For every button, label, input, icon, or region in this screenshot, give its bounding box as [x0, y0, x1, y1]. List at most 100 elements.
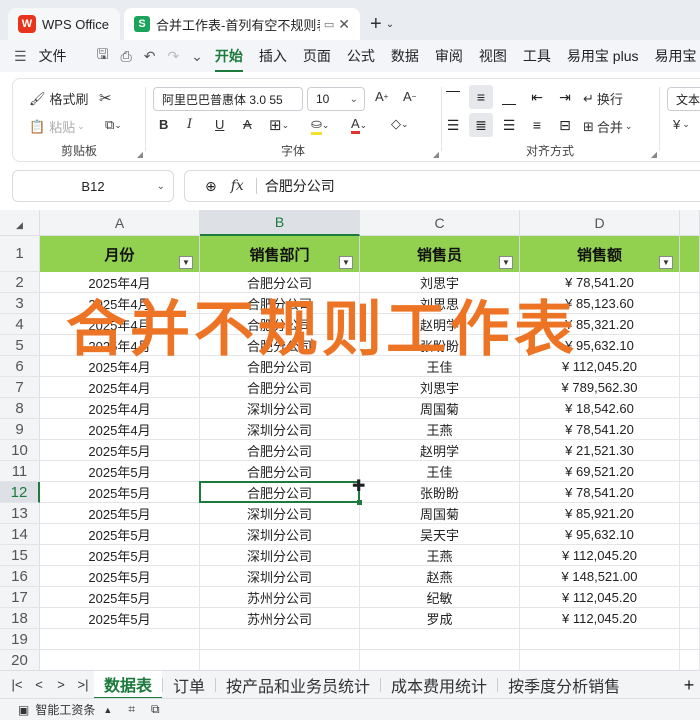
table-header-cell[interactable]: 月份 ▼ — [40, 236, 200, 272]
row-header[interactable]: 9 — [0, 419, 40, 440]
table-cell[interactable]: 纪敏 — [360, 587, 520, 608]
menu-formula[interactable]: 公式 — [347, 46, 375, 66]
table-cell[interactable]: 2025年5月 — [40, 503, 200, 524]
fill-color-icon[interactable]: ⛀ ⌄ — [311, 116, 329, 135]
table-cell[interactable]: 合肥分公司 — [200, 461, 360, 482]
table-cell[interactable]: 吴天宇 — [360, 524, 520, 545]
table-cell[interactable]: 2025年4月 — [40, 377, 200, 398]
row-header[interactable]: 15 — [0, 545, 40, 566]
filter-dropdown-icon[interactable]: ▼ — [659, 256, 673, 269]
table-cell[interactable] — [680, 545, 700, 566]
empty-cell[interactable] — [40, 650, 200, 671]
table-cell[interactable] — [680, 293, 700, 314]
clipboard-launcher-icon[interactable]: ◢ — [137, 150, 143, 159]
row-header[interactable]: 6 — [0, 356, 40, 377]
table-cell[interactable] — [680, 482, 700, 503]
empty-cell[interactable] — [40, 629, 200, 650]
table-cell[interactable]: ¥ 112,045.20 — [520, 545, 680, 566]
menu-home[interactable]: 开始 — [214, 46, 243, 72]
table-cell[interactable]: ¥ 148,521.00 — [520, 566, 680, 587]
print-preview-icon[interactable]: ⎙ — [121, 48, 132, 65]
currency-format-button[interactable]: ¥ ⌄ — [673, 117, 690, 132]
font-size-select[interactable]: 10 ⌄ — [307, 87, 365, 111]
number-format-select[interactable]: 文本 — [667, 87, 700, 111]
quick-access-dropdown-icon[interactable]: ⌄ — [191, 48, 203, 65]
table-cell[interactable] — [680, 440, 700, 461]
menu-view[interactable]: 视图 — [479, 46, 507, 66]
empty-cell[interactable] — [200, 629, 360, 650]
decrease-indent-icon[interactable]: ⇤ — [525, 85, 549, 109]
table-cell[interactable]: 2025年5月 — [40, 461, 200, 482]
table-cell[interactable]: 周国菊 — [360, 398, 520, 419]
row-header[interactable]: 3 — [0, 293, 40, 314]
cut-icon[interactable]: ✂ — [99, 89, 112, 107]
add-sheet-icon[interactable]: + — [678, 671, 700, 698]
row-header[interactable]: 11 — [0, 461, 40, 482]
table-cell[interactable]: ¥ 21,521.30 — [520, 440, 680, 461]
function-icon[interactable]: fx — [231, 178, 244, 194]
align-right-icon[interactable]: ☰ — [497, 113, 521, 137]
table-cell[interactable]: 赵明学 — [360, 440, 520, 461]
font-name-select[interactable]: 阿里巴巴普惠体 3.0 55 — [153, 87, 303, 111]
chevron-down-icon[interactable]: ⌄ — [386, 19, 394, 30]
row-header[interactable]: 19 — [0, 629, 40, 650]
font-color-icon[interactable]: A ⌄ — [351, 116, 367, 134]
table-header-cell[interactable]: 销售额 ▼ — [520, 236, 680, 272]
table-cell[interactable] — [680, 356, 700, 377]
menu-yiyongbao-plus[interactable]: 易用宝 plus — [567, 46, 639, 66]
table-header-cell[interactable]: 销售部门 ▼ — [200, 236, 360, 272]
table-cell[interactable]: 深圳分公司 — [200, 545, 360, 566]
table-cell[interactable]: ¥ 112,045.20 — [520, 608, 680, 629]
empty-cell[interactable] — [520, 650, 680, 671]
table-cell[interactable]: ¥ 112,045.20 — [520, 587, 680, 608]
fill-handle[interactable] — [357, 500, 362, 505]
table-cell[interactable]: 2025年5月 — [40, 566, 200, 587]
table-cell[interactable]: 深圳分公司 — [200, 503, 360, 524]
empty-cell[interactable] — [680, 629, 700, 650]
align-center-icon[interactable]: ≣ — [469, 113, 493, 137]
empty-cell[interactable] — [520, 629, 680, 650]
menu-page[interactable]: 页面 — [303, 46, 331, 66]
table-cell[interactable]: 2025年5月 — [40, 524, 200, 545]
filter-dropdown-icon[interactable]: ▼ — [499, 256, 513, 269]
align-top-icon[interactable]: ⎺ — [441, 85, 465, 109]
close-tab-icon[interactable]: ✕ — [338, 16, 350, 33]
table-cell[interactable]: ¥ 85,921.20 — [520, 503, 680, 524]
view-icon[interactable]: ⧉ — [151, 702, 160, 717]
menu-file[interactable]: 文件 — [39, 46, 67, 66]
row-header[interactable]: 16 — [0, 566, 40, 587]
table-cell[interactable] — [680, 608, 700, 629]
table-cell[interactable]: 苏州分公司 — [200, 608, 360, 629]
row-header[interactable]: 4 — [0, 314, 40, 335]
name-box-dropdown-icon[interactable]: ⌄ — [157, 181, 165, 192]
table-cell[interactable]: 合肥分公司 — [200, 440, 360, 461]
table-cell[interactable]: 深圳分公司 — [200, 566, 360, 587]
home-tab[interactable]: W WPS Office — [8, 8, 120, 40]
table-cell[interactable] — [680, 335, 700, 356]
empty-cell[interactable] — [200, 650, 360, 671]
table-cell[interactable] — [680, 587, 700, 608]
decrease-font-icon[interactable]: A − — [403, 89, 416, 104]
empty-cell[interactable] — [360, 629, 520, 650]
row-header[interactable]: 7 — [0, 377, 40, 398]
menu-icon[interactable]: ☰ — [14, 48, 27, 65]
sheet-tab-data[interactable]: 数据表 — [94, 671, 163, 698]
select-all-corner[interactable]: ◢ — [0, 210, 40, 236]
table-cell[interactable]: 罗成 — [360, 608, 520, 629]
table-cell[interactable]: 周国菊 — [360, 503, 520, 524]
alignment-launcher-icon[interactable]: ◢ — [651, 150, 657, 159]
row-header[interactable]: 10 — [0, 440, 40, 461]
increase-indent-icon[interactable]: ⇥ — [553, 85, 577, 109]
column-header-e[interactable] — [680, 210, 700, 236]
table-cell[interactable]: ¥ 18,542.60 — [520, 398, 680, 419]
table-cell[interactable]: 2025年4月 — [40, 419, 200, 440]
macro-icon[interactable]: ⌗ — [128, 702, 135, 717]
copy-icon[interactable]: ⧉ ⌄ — [105, 117, 122, 133]
save-icon[interactable]: 🖫 — [97, 44, 109, 68]
table-cell[interactable]: ¥ 789,562.30 — [520, 377, 680, 398]
column-header-d[interactable]: D — [520, 210, 680, 236]
name-box[interactable]: B12 ⌄ — [12, 170, 174, 202]
table-cell[interactable]: 深圳分公司 — [200, 419, 360, 440]
increase-font-icon[interactable]: A + — [375, 89, 388, 104]
row-header[interactable]: 12 — [0, 482, 40, 503]
